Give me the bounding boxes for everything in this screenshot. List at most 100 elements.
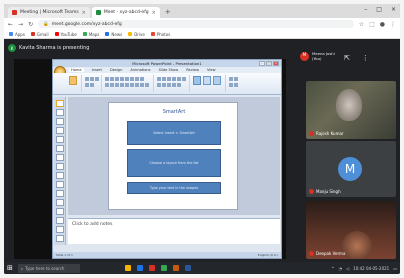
notes-pane[interactable]: Click to add notes bbox=[68, 218, 280, 244]
align-buttons[interactable] bbox=[157, 83, 181, 87]
bookmark-label: Drive bbox=[134, 31, 145, 37]
arrange-icon[interactable] bbox=[203, 76, 211, 85]
star-icon[interactable]: ☆ bbox=[359, 21, 364, 28]
forward-icon[interactable]: → bbox=[18, 21, 23, 28]
tab-animations[interactable]: Animations bbox=[130, 68, 150, 72]
participant-name: Deepak Verma bbox=[316, 251, 346, 256]
profile-icon[interactable]: ● bbox=[380, 21, 385, 28]
participant-tile[interactable]: Rajesh Kumar bbox=[306, 81, 396, 139]
powerpoint-window: Microsoft PowerPoint - Presentation1 – □… bbox=[52, 59, 282, 259]
bookmark-maps[interactable]: Maps bbox=[82, 31, 100, 37]
word-icon[interactable] bbox=[184, 265, 191, 271]
slide-thumbnail[interactable] bbox=[55, 199, 64, 206]
system-tray: ^ ◔ ◁ 10:42 04-05-2021 ▭ bbox=[331, 266, 397, 271]
edge-icon[interactable] bbox=[136, 265, 143, 271]
editing-buttons[interactable] bbox=[229, 77, 238, 81]
format-buttons[interactable] bbox=[105, 83, 149, 87]
slide-thumbnail[interactable] bbox=[55, 181, 64, 188]
bookmark-label: Gmail bbox=[36, 31, 49, 37]
url-text: meet.google.com/xyz-abcd-efg bbox=[51, 21, 122, 27]
slide-thumbnail[interactable] bbox=[55, 136, 64, 143]
tab-insert[interactable]: Insert bbox=[92, 68, 102, 72]
slide-thumbnail[interactable] bbox=[55, 118, 64, 125]
slide-counter: Slide 1 of 1 bbox=[56, 253, 73, 257]
extensions-icon[interactable]: ⬚ bbox=[369, 21, 375, 28]
bookmark-apps[interactable]: Apps bbox=[9, 32, 25, 37]
slide-thumbnail[interactable] bbox=[55, 217, 64, 224]
slide-thumbnail[interactable] bbox=[55, 172, 64, 179]
chrome-icon[interactable] bbox=[148, 265, 155, 271]
participant-video bbox=[336, 89, 362, 121]
tab-home[interactable]: Home bbox=[69, 68, 84, 72]
slide-thumbnail[interactable] bbox=[55, 109, 64, 116]
bookmark-drive[interactable]: Drive bbox=[128, 32, 145, 37]
slide-buttons-2[interactable] bbox=[85, 83, 94, 87]
current-slide[interactable]: SmartArt Select Insert > SmartArt Choose… bbox=[108, 102, 238, 210]
browser-tab-2[interactable]: Meet - xyz-abcd-efg × bbox=[91, 7, 160, 18]
editing-buttons-2[interactable] bbox=[229, 83, 238, 87]
file-explorer-icon[interactable] bbox=[124, 265, 131, 271]
new-tab-button[interactable]: + bbox=[162, 7, 174, 18]
powerpoint-icon[interactable] bbox=[172, 265, 179, 271]
tab-view[interactable]: View bbox=[207, 68, 216, 72]
url-field[interactable]: 🔒 meet.google.com/xyz-abcd-efg bbox=[38, 20, 354, 28]
slide-thumbnail[interactable] bbox=[55, 226, 64, 233]
reload-icon[interactable]: ↻ bbox=[28, 21, 33, 28]
slide-thumbnail[interactable] bbox=[55, 163, 64, 170]
close-icon[interactable]: × bbox=[273, 61, 279, 66]
slide-thumbnail[interactable] bbox=[55, 154, 64, 161]
close-icon[interactable]: × bbox=[152, 10, 156, 16]
more-options-icon[interactable]: ⋮ bbox=[362, 54, 369, 62]
clock[interactable]: 10:42 04-05-2021 bbox=[353, 266, 389, 271]
mic-off-icon bbox=[309, 131, 314, 136]
start-button[interactable]: ⊞ bbox=[7, 264, 13, 272]
smartart-box-2[interactable]: Choose a layout from the list bbox=[127, 149, 221, 177]
bookmark-youtube[interactable]: YouTube bbox=[54, 32, 77, 37]
volume-icon[interactable]: ◁ bbox=[346, 266, 349, 271]
participant-name: Rajesh Kumar bbox=[316, 131, 344, 136]
slide-buttons[interactable] bbox=[85, 77, 99, 81]
tab-review[interactable]: Review bbox=[186, 68, 199, 72]
taskbar-search[interactable]: ⌕ Type here to search bbox=[17, 263, 80, 273]
participant-tile[interactable]: M Manju Singh bbox=[306, 141, 396, 197]
smartart-box-3[interactable]: Type your text in the shapes bbox=[127, 182, 221, 194]
bookmark-photos[interactable]: Photos bbox=[150, 32, 170, 37]
bookmark-news[interactable]: News bbox=[105, 32, 122, 37]
back-icon[interactable]: ← bbox=[8, 21, 13, 28]
tab-design[interactable]: Design bbox=[110, 68, 122, 72]
app-icon[interactable] bbox=[160, 265, 167, 271]
minimize-icon[interactable]: – bbox=[364, 6, 367, 13]
slide-thumbnail[interactable] bbox=[55, 235, 64, 242]
shapes-icon[interactable] bbox=[193, 76, 201, 85]
menu-icon[interactable]: ⋮ bbox=[390, 21, 396, 28]
paste-icon[interactable] bbox=[69, 76, 77, 85]
wifi-icon[interactable]: ◔ bbox=[339, 266, 343, 271]
font-buttons[interactable] bbox=[105, 77, 144, 81]
close-window-icon[interactable]: × bbox=[391, 6, 396, 13]
screen: Meeting | Microsoft Teams × Meet - xyz-a… bbox=[4, 4, 400, 274]
maximize-icon[interactable]: □ bbox=[266, 61, 272, 66]
notification-icon[interactable]: ▭ bbox=[393, 266, 397, 271]
bookmark-label: Maps bbox=[88, 31, 100, 37]
maximize-icon[interactable]: □ bbox=[376, 6, 382, 13]
up-arrow-icon[interactable]: ^ bbox=[331, 266, 334, 271]
pin-icon[interactable]: ⇱ bbox=[344, 54, 350, 62]
close-icon[interactable]: × bbox=[82, 10, 86, 16]
slide-title: SmartArt bbox=[162, 109, 186, 115]
browser-tab-1[interactable]: Meeting | Microsoft Teams × bbox=[8, 7, 90, 18]
quick-styles-icon[interactable] bbox=[213, 76, 221, 85]
bookmark-gmail[interactable]: Gmail bbox=[30, 31, 49, 37]
slide-thumbnail[interactable] bbox=[55, 190, 64, 197]
participant-tile[interactable]: Deepak Verma bbox=[306, 201, 396, 259]
slide-thumbnail[interactable] bbox=[55, 100, 64, 107]
slide-thumbnail[interactable] bbox=[55, 208, 64, 215]
bookmarks-bar: Apps Gmail YouTube Maps News Drive Photo… bbox=[4, 30, 400, 39]
minimize-icon[interactable]: – bbox=[259, 61, 265, 66]
participant-video bbox=[342, 231, 372, 259]
self-label: Meena Joshi (You) bbox=[312, 51, 335, 61]
paragraph-buttons[interactable] bbox=[157, 77, 186, 81]
slide-thumbnail[interactable] bbox=[55, 127, 64, 134]
slide-thumbnail[interactable] bbox=[55, 145, 64, 152]
tab-slide-show[interactable]: Slide Show bbox=[159, 68, 179, 72]
smartart-box-1[interactable]: Select Insert > SmartArt bbox=[127, 121, 221, 145]
